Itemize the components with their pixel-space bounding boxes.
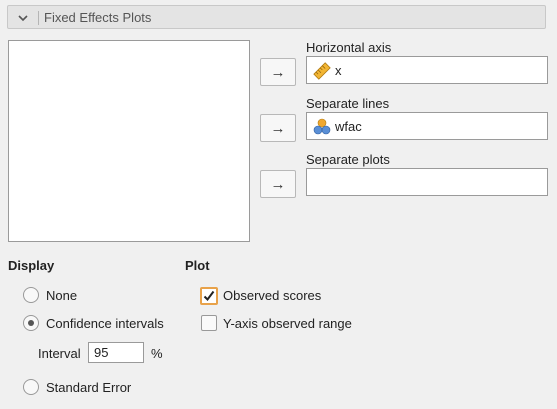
confidence-intervals-radio[interactable] (23, 315, 39, 331)
horizontal-axis-box[interactable]: x (306, 56, 548, 84)
ruler-icon (313, 62, 331, 80)
observed-scores-checkbox[interactable] (200, 287, 218, 305)
move-to-separate-plots-button[interactable]: → (260, 170, 296, 198)
interval-label: Interval (38, 346, 81, 361)
confidence-intervals-radio-label[interactable]: Confidence intervals (46, 316, 164, 331)
header-divider (38, 11, 39, 25)
display-title: Display (8, 258, 55, 273)
chevron-down-icon (18, 15, 28, 22)
none-radio-label[interactable]: None (46, 288, 77, 303)
plot-title: Plot (185, 258, 210, 273)
section-header-fixed-effects-plots[interactable]: Fixed Effects Plots (7, 5, 546, 29)
separate-lines-label: Separate lines (306, 96, 390, 111)
arrow-right-icon: → (270, 63, 286, 81)
y-axis-observed-range-checkbox[interactable] (201, 315, 217, 331)
horizontal-axis-label: Horizontal axis (306, 40, 392, 55)
arrow-right-icon: → (270, 119, 286, 137)
none-radio[interactable] (23, 287, 39, 303)
interval-unit: % (151, 346, 163, 361)
standard-error-radio[interactable] (23, 379, 39, 395)
move-to-separate-lines-button[interactable]: → (260, 114, 296, 142)
separate-lines-variable[interactable]: wfac (335, 119, 362, 134)
arrow-right-icon: → (270, 175, 286, 193)
interval-input[interactable] (88, 342, 144, 363)
y-axis-observed-range-label[interactable]: Y-axis observed range (223, 316, 352, 331)
section-title: Fixed Effects Plots (44, 10, 152, 25)
standard-error-radio-label[interactable]: Standard Error (46, 380, 131, 395)
horizontal-axis-variable[interactable]: x (335, 63, 342, 78)
observed-scores-label[interactable]: Observed scores (223, 288, 321, 303)
separate-plots-box[interactable] (306, 168, 548, 196)
separate-plots-label: Separate plots (306, 152, 390, 167)
available-variables-list[interactable] (8, 40, 250, 242)
move-to-horizontal-axis-button[interactable]: → (260, 58, 296, 86)
separate-lines-box[interactable]: wfac (306, 112, 548, 140)
checkmark-icon (203, 290, 215, 302)
nominal-circles-icon (313, 118, 331, 135)
